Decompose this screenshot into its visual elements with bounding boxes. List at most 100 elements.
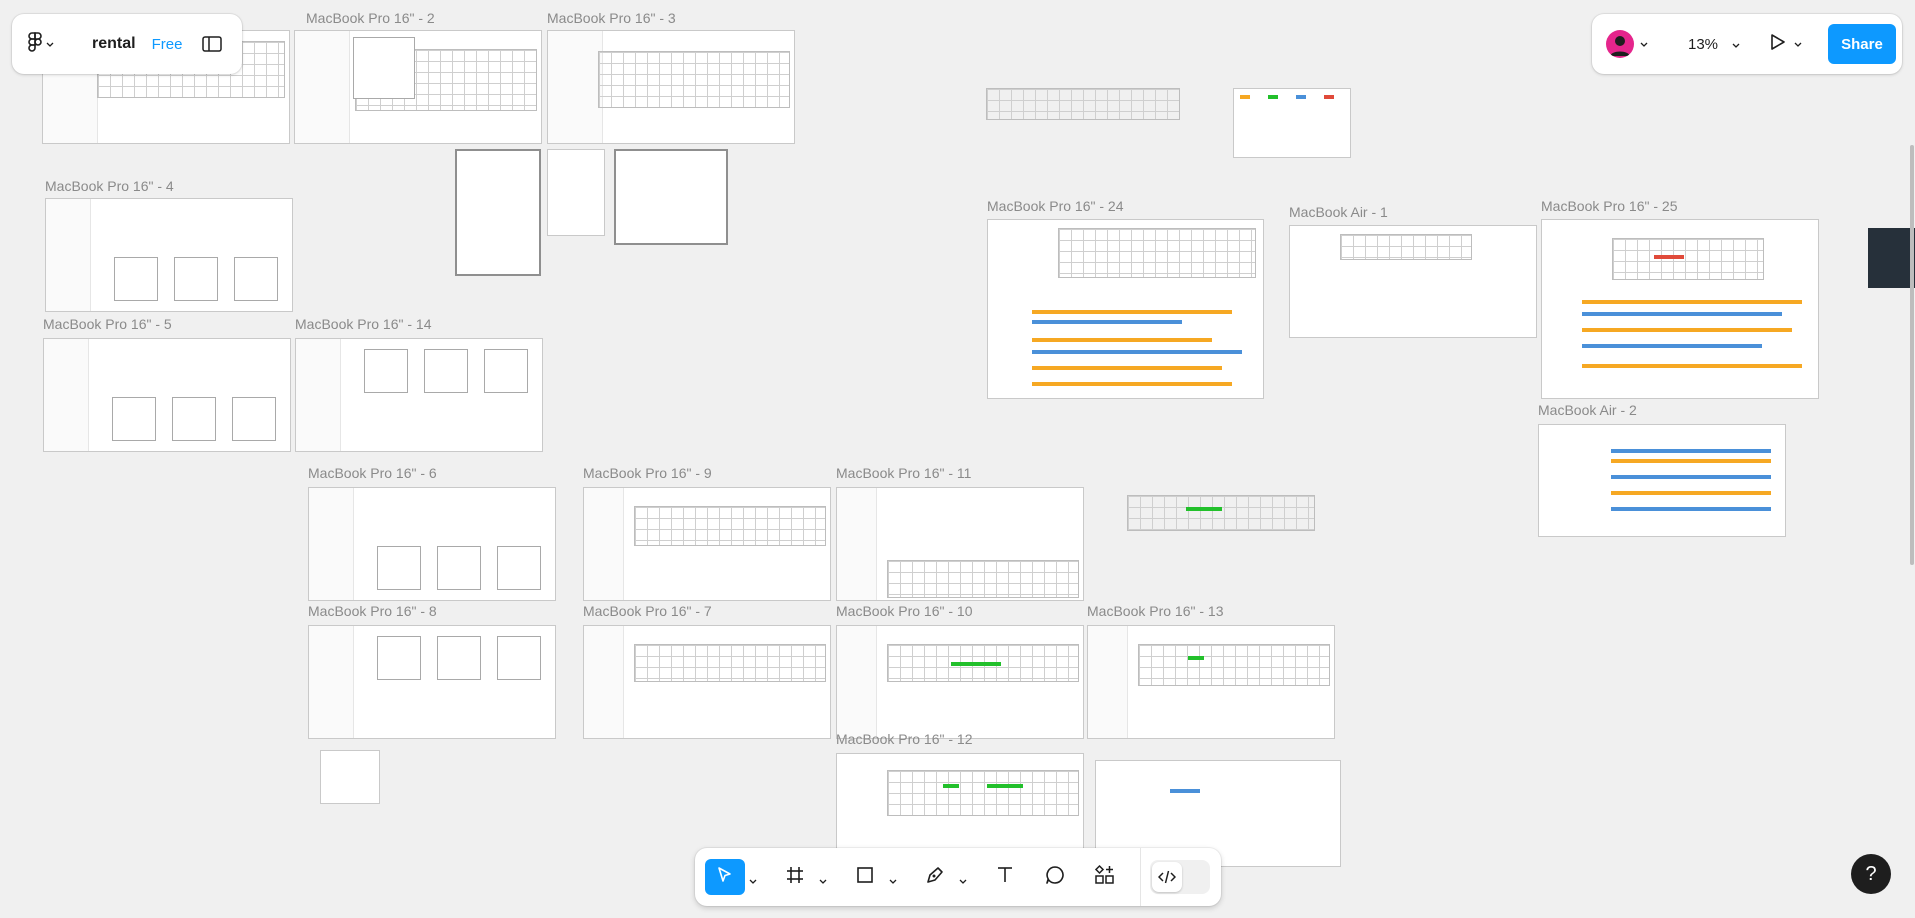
status-legend-grid[interactable] [1233,88,1351,158]
frame-macbook-pro-8[interactable] [308,625,556,739]
frame-table [887,560,1079,598]
booking-bar [943,784,959,788]
frame-macbook-air-1[interactable] [1289,225,1537,338]
booking-bar [1032,320,1182,324]
avatar[interactable] [1606,30,1634,58]
frame-label[interactable]: MacBook Pro 16" - 7 [583,603,712,619]
pen-tool-button[interactable] [915,859,955,895]
frame-label[interactable]: MacBook Pro 16" - 2 [306,10,435,26]
dark-panel-mockup[interactable] [1868,228,1915,288]
frame-label[interactable]: MacBook Air - 2 [1538,402,1637,418]
comment-icon [1045,865,1065,890]
frame-macbook-pro-14[interactable] [295,338,543,452]
sidebar-toggle-icon[interactable] [200,32,224,56]
design-canvas[interactable]: MacBook Pro 16" - 2 MacBook Pro 16" - 3 … [0,0,1915,918]
floating-table[interactable] [986,88,1180,120]
frame-table [634,506,826,546]
figma-logo-icon [28,31,42,57]
frame-tool-button[interactable] [775,859,815,895]
frame-label[interactable]: MacBook Pro 16" - 6 [308,465,437,481]
dialog-mockup-small[interactable] [547,149,605,236]
chevron-down-icon [1640,35,1648,53]
text-tool-button[interactable] [985,859,1025,895]
chevron-down-icon[interactable] [749,872,757,884]
booking-bar [1582,328,1792,332]
frame-macbook-pro-5[interactable] [43,338,291,452]
card [172,397,216,441]
frame-macbook-pro-4[interactable] [45,198,293,312]
booking-bar [951,662,1001,666]
chevron-down-icon[interactable] [819,872,827,884]
legend-swatch [1268,95,1278,99]
frame-label[interactable]: MacBook Pro 16" - 8 [308,603,437,619]
frame-macbook-air-2[interactable] [1538,424,1786,537]
shape-tool-button[interactable] [845,859,885,895]
pen-icon [925,865,945,890]
chevron-down-icon[interactable] [889,872,897,884]
frame-macbook-pro-3[interactable] [547,30,795,144]
help-button[interactable]: ? [1851,854,1891,894]
frame-table [1340,234,1472,260]
frame-macbook-pro-25[interactable] [1541,219,1819,399]
user-menu[interactable] [1606,30,1648,58]
frame-label[interactable]: MacBook Pro 16" - 5 [43,316,172,332]
dialog-mockup[interactable] [455,149,541,276]
legend-swatch [1240,95,1250,99]
card [497,636,541,680]
booking-bar [1611,459,1771,463]
booking-bar [1611,507,1771,511]
booking-bar [987,784,1023,788]
frame-label[interactable]: MacBook Pro 16" - 14 [295,316,431,332]
frame-macbook-pro-7[interactable] [583,625,831,739]
plan-badge[interactable]: Free [152,36,183,53]
booking-bar [1582,300,1802,304]
frame-label[interactable]: MacBook Pro 16" - 13 [1087,603,1223,619]
frame-macbook-pro-9[interactable] [583,487,831,601]
frame-label[interactable]: MacBook Pro 16" - 3 [547,10,676,26]
vertical-scrollbar[interactable] [1910,145,1914,565]
text-icon [996,866,1014,889]
frame-macbook-pro-2[interactable] [294,30,542,144]
frame-sidebar [548,31,604,143]
frame-macbook-pro-6[interactable] [308,487,556,601]
comment-tool-button[interactable] [1035,859,1075,895]
share-button[interactable]: Share [1828,24,1896,64]
frame-label[interactable]: MacBook Pro 16" - 11 [836,465,971,481]
booking-bar [1582,312,1782,316]
booking-bar [1582,364,1802,368]
frame-sidebar [584,626,625,738]
frame-macbook-pro-24[interactable] [987,219,1264,399]
toolbar-divider [1140,848,1141,906]
actions-icon [1094,864,1116,891]
frame-label[interactable]: MacBook Pro 16" - 4 [45,178,174,194]
frame-macbook-pro-12[interactable] [836,753,1084,855]
main-menu-button[interactable] [28,26,72,62]
card [114,257,158,301]
note-mockup[interactable] [320,750,380,804]
floating-table[interactable] [1127,495,1315,531]
dev-mode-toggle[interactable] [1150,860,1210,894]
frame-label[interactable]: MacBook Pro 16" - 10 [836,603,972,619]
dialog-mockup[interactable] [614,149,728,245]
file-name[interactable]: rental [92,35,136,53]
card [232,397,276,441]
zoom-control[interactable]: 13% [1680,30,1748,58]
move-tool-button[interactable] [705,859,745,895]
tools-toolbar [695,848,1221,906]
frame-macbook-pro-10[interactable] [836,625,1084,739]
present-button[interactable] [1770,30,1802,58]
frame-macbook-pro-11[interactable] [836,487,1084,601]
card [364,349,408,393]
frame-label[interactable]: MacBook Pro 16" - 12 [836,731,972,747]
cursor-icon [716,866,734,889]
chevron-down-icon[interactable] [959,872,967,884]
legend-swatch [1324,95,1334,99]
chevron-down-icon[interactable] [1794,35,1802,53]
actions-tool-button[interactable] [1085,859,1125,895]
card [484,349,528,393]
frame-macbook-pro-13[interactable] [1087,625,1335,739]
frame-label[interactable]: MacBook Pro 16" - 25 [1541,198,1677,214]
frame-label[interactable]: MacBook Pro 16" - 9 [583,465,712,481]
frame-label[interactable]: MacBook Pro 16" - 24 [987,198,1123,214]
frame-label[interactable]: MacBook Air - 1 [1289,204,1388,220]
